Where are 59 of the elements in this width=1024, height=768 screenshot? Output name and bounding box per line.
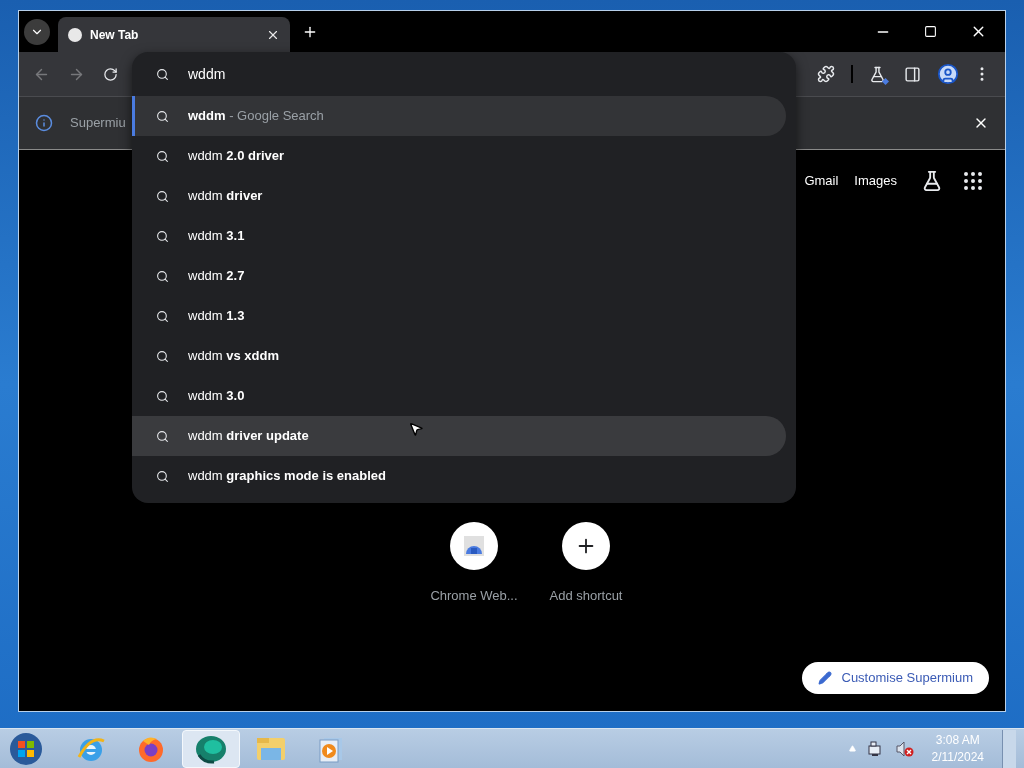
suggestion-text: wddm - Google Search (188, 107, 324, 126)
network-icon[interactable] (867, 740, 884, 757)
apps-grid-icon[interactable] (961, 169, 985, 193)
search-icon (156, 389, 169, 403)
suggestion-item[interactable]: wddm graphics mode is enabled (132, 456, 786, 496)
header-link[interactable]: Gmail (804, 171, 839, 191)
search-icon (156, 429, 169, 443)
profile-avatar-icon[interactable] (937, 63, 959, 85)
info-icon (35, 114, 53, 132)
suggestion-item[interactable]: wddm 3.0 (132, 376, 786, 416)
search-icon (156, 469, 169, 483)
suggestion-item[interactable]: wddm 2.0 driver (132, 136, 786, 176)
maximize-icon[interactable] (924, 25, 937, 38)
side-panel-icon[interactable] (904, 65, 921, 83)
suggestion-text: wddm vs xddm (188, 347, 280, 366)
suggestion-text: wddm 1.3 (188, 307, 245, 326)
taskbar-app-button[interactable] (182, 729, 240, 768)
suggestion-item[interactable]: wddm driver (132, 176, 786, 216)
search-icon (156, 149, 169, 163)
pencil-icon (817, 671, 832, 685)
mouse-cursor-icon (408, 421, 424, 437)
suggestion-text: wddm 2.0 driver (188, 147, 285, 166)
search-icon (156, 309, 169, 323)
windows-orb-icon (9, 731, 43, 766)
search-icon (156, 269, 169, 283)
suggestion-item[interactable]: wddm vs xddm (132, 336, 786, 376)
search-icon (156, 67, 169, 81)
suggestion-item[interactable]: wddm 1.3 (132, 296, 786, 336)
suggestion-text: wddm 3.0 (188, 387, 245, 406)
tab-search-button[interactable] (24, 18, 50, 45)
shortcut-label: Add shortcut (549, 587, 623, 605)
shortcut-label: Chrome Web... (430, 587, 518, 605)
header-link[interactable]: Images (854, 171, 897, 191)
puzzle-icon[interactable] (817, 65, 835, 83)
suggestion-text: wddm 2.7 (188, 267, 245, 286)
suggestion-text: wddm graphics mode is enabled (188, 467, 386, 486)
customise-button[interactable]: Customise Supermium (801, 662, 989, 694)
suggestion-text: wddm 3.1 (188, 227, 245, 246)
muted-speaker-icon[interactable] (895, 740, 914, 757)
search-icon (156, 229, 169, 243)
suggestion-text: wddm driver (188, 187, 263, 206)
flask-badge-icon[interactable] (869, 65, 886, 83)
suggestion-item[interactable]: wddm 3.1 (132, 216, 786, 256)
shortcut-tile[interactable] (562, 522, 610, 570)
flask-icon[interactable] (921, 170, 943, 192)
tab-title: New Tab (90, 26, 140, 44)
suggestion-item[interactable]: wddm driver update (132, 416, 786, 456)
search-icon (156, 349, 169, 363)
search-icon (156, 189, 169, 203)
suggestion-item[interactable]: wddm - Google Search (132, 96, 786, 136)
tab-favicon-icon (68, 27, 82, 42)
shortcut-tile[interactable] (450, 522, 498, 570)
suggestion-text: wddm driver update (188, 427, 309, 446)
reload-icon[interactable] (103, 66, 118, 82)
info-bar-text: Supermiu (70, 114, 126, 133)
search-icon (156, 109, 169, 123)
store-bag-icon (462, 534, 486, 558)
browser-tab[interactable]: New Tab (58, 17, 290, 52)
suggestion-item[interactable]: wddm 2.7 (132, 256, 786, 296)
